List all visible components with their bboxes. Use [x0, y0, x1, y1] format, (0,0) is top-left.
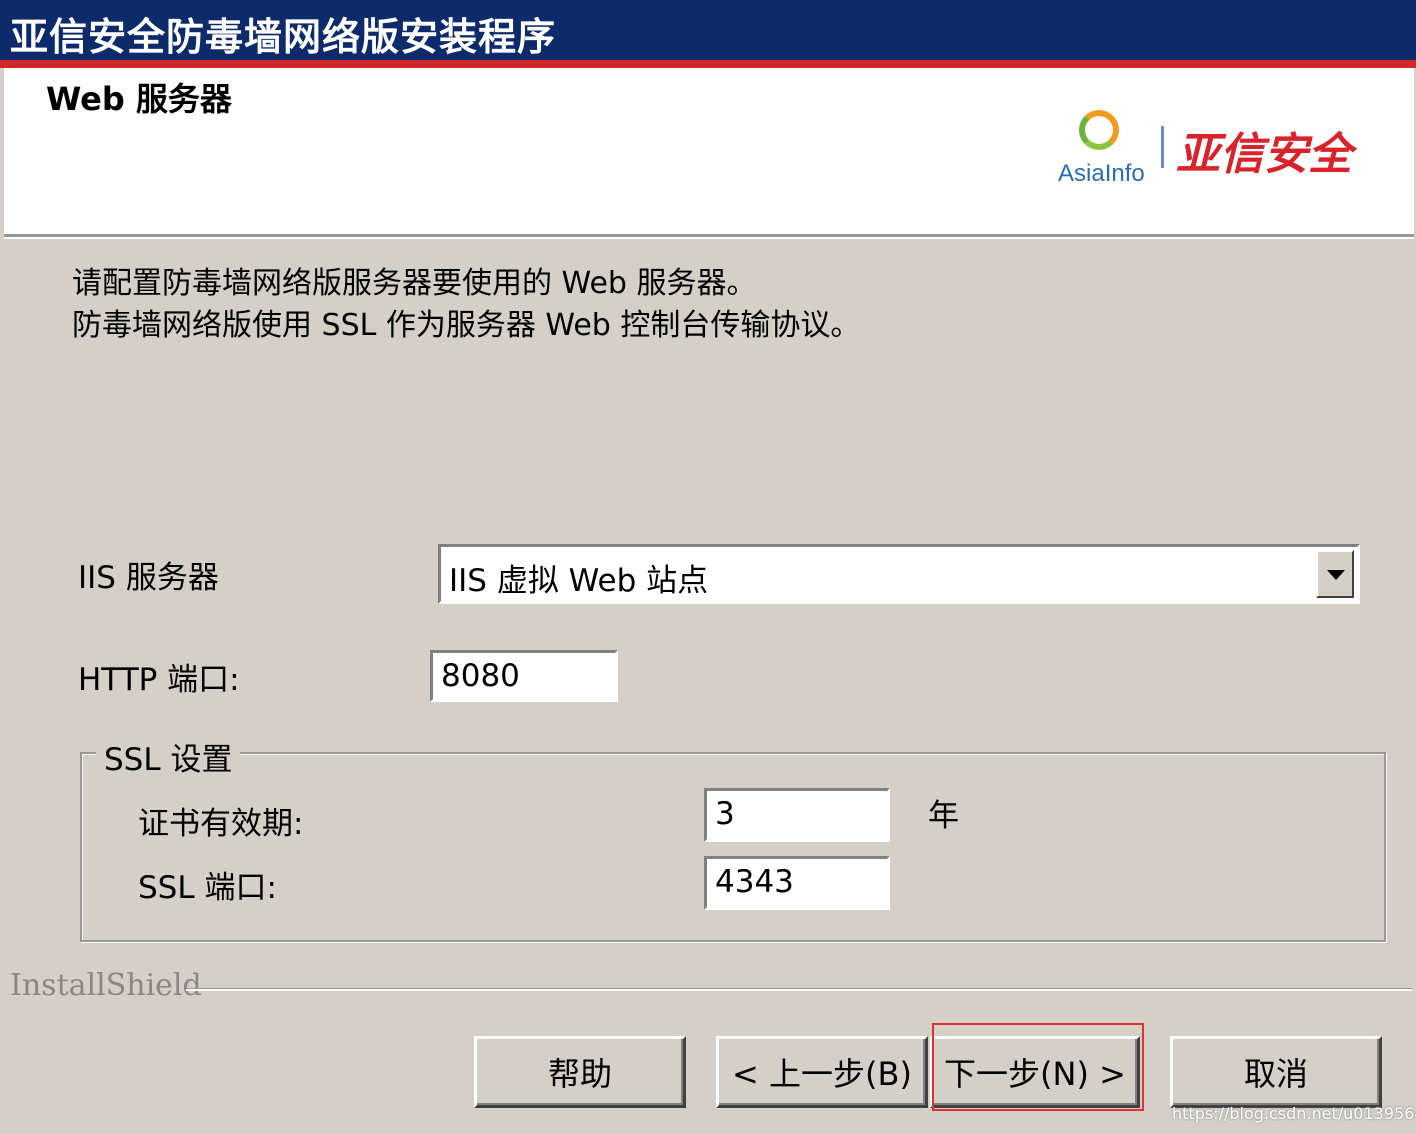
- ssl-port-label: SSL 端口:: [138, 870, 277, 906]
- next-button-highlight: [932, 1023, 1144, 1111]
- logo-divider: [1161, 126, 1164, 168]
- iis-server-select[interactable]: IIS 虚拟 Web 站点: [438, 544, 1360, 604]
- page-title: Web 服务器: [46, 80, 232, 118]
- http-port-input[interactable]: 8080: [430, 650, 618, 702]
- back-button[interactable]: < 上一步(B): [716, 1036, 928, 1108]
- logo-brand-cn: 亚信安全: [1176, 129, 1352, 180]
- iis-server-label: IIS 服务器: [78, 560, 219, 596]
- header-separator: [4, 234, 1414, 239]
- asiainfo-logo-icon: [1079, 110, 1119, 150]
- cert-validity-label: 证书有效期:: [138, 806, 304, 842]
- logo-brand-en: AsiaInfo: [1058, 160, 1145, 187]
- title-bar: 亚信安全防毒墙网络版安装程序: [0, 0, 1416, 60]
- title-accent-line: [0, 60, 1416, 68]
- cert-validity-value: 3: [715, 796, 735, 832]
- ssl-group-title: SSL 设置: [96, 734, 241, 779]
- iis-server-value: IIS 虚拟 Web 站点: [449, 563, 709, 599]
- ssl-port-value: 4343: [715, 864, 794, 900]
- http-port-label: HTTP 端口:: [78, 662, 240, 698]
- http-port-value: 8080: [441, 658, 520, 694]
- installshield-label: InstallShield: [10, 968, 202, 1003]
- cert-validity-unit: 年: [928, 798, 959, 834]
- footer-separator: [186, 988, 1412, 991]
- chevron-down-icon: [1327, 570, 1345, 580]
- dropdown-button[interactable]: [1316, 550, 1354, 598]
- watermark-text: https://blog.csdn.net/u013956462: [1172, 1104, 1416, 1123]
- ssl-port-input[interactable]: 4343: [704, 856, 890, 910]
- cert-validity-input[interactable]: 3: [704, 788, 890, 842]
- help-button[interactable]: 帮助: [474, 1036, 686, 1108]
- ssl-settings-group: [80, 752, 1386, 942]
- window-title: 亚信安全防毒墙网络版安装程序: [10, 15, 557, 59]
- description-line-1: 请配置防毒墙网络版服务器要使用的 Web 服务器。: [72, 266, 757, 301]
- cancel-button[interactable]: 取消: [1170, 1036, 1382, 1108]
- description-line-2: 防毒墙网络版使用 SSL 作为服务器 Web 控制台传输协议。: [72, 308, 861, 343]
